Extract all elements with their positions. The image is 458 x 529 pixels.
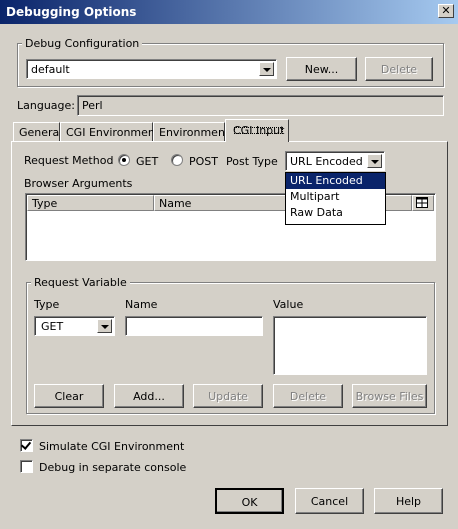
tab-label: Environment (159, 126, 230, 139)
variable-name-label: Name (125, 298, 158, 311)
variable-type-value: GET (41, 320, 64, 333)
column-header-label: Name (159, 197, 192, 210)
request-method-label: Request Method (24, 154, 114, 167)
chevron-down-icon[interactable] (259, 62, 274, 76)
variable-value-textarea[interactable] (273, 316, 427, 375)
title-bar: Debugging Options (0, 0, 458, 24)
radio-post-label: POST (189, 155, 218, 168)
request-variable-legend: Request Variable (31, 276, 130, 289)
chevron-down-icon[interactable] (367, 154, 382, 168)
delete-config-button[interactable]: Delete (365, 57, 433, 81)
language-value: Perl (82, 99, 103, 112)
cancel-button[interactable]: Cancel (295, 488, 364, 514)
chevron-down-icon[interactable] (97, 319, 112, 333)
radio-get[interactable] (118, 154, 130, 166)
tab-cgi-environment[interactable]: CGI Environment (60, 122, 159, 141)
variable-value-label: Value (273, 298, 304, 311)
post-type-option-url-encoded[interactable]: URL Encoded (286, 173, 385, 189)
language-field: Perl (77, 95, 444, 116)
tab-environment[interactable]: Environment (153, 122, 229, 141)
tab-label: CGI Input (233, 124, 285, 137)
language-label: Language: (17, 99, 75, 112)
simulate-cgi-checkbox[interactable] (20, 439, 33, 452)
post-type-option-raw-data[interactable]: Raw Data (286, 205, 385, 221)
update-variable-button[interactable]: Update (193, 384, 263, 408)
browser-arguments-label: Browser Arguments (24, 177, 133, 190)
post-type-option-multipart[interactable]: Multipart (286, 189, 385, 205)
variable-type-select[interactable]: GET (34, 316, 115, 336)
debug-configuration-legend: Debug Configuration (22, 37, 143, 50)
column-header-label: Type (32, 197, 58, 210)
separate-console-label: Debug in separate console (39, 461, 187, 474)
debug-configuration-value: default (31, 63, 70, 76)
tab-general[interactable]: General (13, 122, 63, 141)
browse-files-button[interactable]: Browse Files (352, 384, 427, 408)
radio-get-label: GET (136, 155, 159, 168)
add-variable-button[interactable]: Add... (114, 384, 184, 408)
tab-label: CGI Environment (66, 126, 160, 139)
column-header-type[interactable]: Type (27, 195, 154, 211)
separate-console-checkbox[interactable] (20, 460, 33, 473)
tab-label: General (19, 126, 63, 139)
help-button[interactable]: Help (374, 488, 443, 514)
post-type-value: URL Encoded (290, 155, 363, 168)
grid-icon (416, 197, 428, 208)
post-type-label: Post Type (226, 155, 278, 168)
ok-button[interactable]: OK (215, 488, 284, 514)
debug-configuration-select[interactable]: default (26, 59, 277, 79)
new-config-button[interactable]: New... (286, 57, 357, 81)
tab-cgi-input[interactable]: CGI Input (225, 119, 289, 142)
variable-name-input[interactable] (125, 316, 263, 336)
column-chooser-button[interactable] (412, 195, 434, 211)
radio-post[interactable] (171, 154, 183, 166)
clear-button[interactable]: Clear (34, 384, 104, 408)
simulate-cgi-label: Simulate CGI Environment (39, 440, 185, 453)
delete-variable-button[interactable]: Delete (273, 384, 343, 408)
post-type-dropdown: URL Encoded Multipart Raw Data (285, 172, 386, 225)
window-title: Debugging Options (6, 5, 137, 19)
post-type-select[interactable]: URL Encoded (285, 151, 385, 171)
variable-type-label: Type (34, 298, 60, 311)
close-icon[interactable]: ✕ (438, 4, 454, 18)
